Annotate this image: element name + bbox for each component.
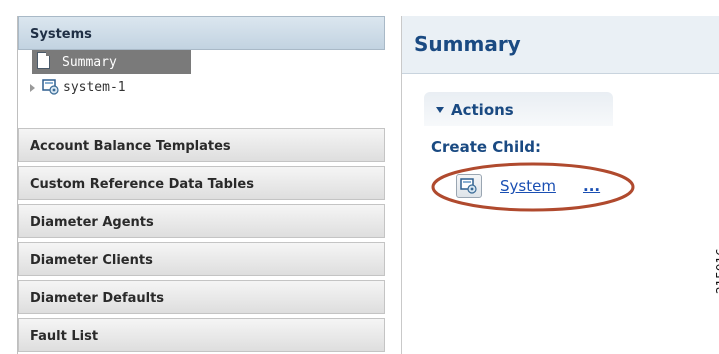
systems-header-label: Systems (30, 27, 92, 42)
collapse-arrow-icon (436, 107, 444, 113)
system-icon (460, 178, 477, 194)
section-fault-list[interactable]: Fault List (18, 318, 385, 352)
create-system-link[interactable]: System (500, 177, 556, 195)
section-custom-reference-data-tables[interactable]: Custom Reference Data Tables (18, 166, 385, 200)
section-label: Diameter Agents (30, 215, 154, 230)
summary-header: Summary (402, 16, 719, 74)
system-icon (42, 79, 59, 95)
section-diameter-clients[interactable]: Diameter Clients (18, 242, 385, 276)
page-icon (37, 52, 50, 69)
summary-panel: Summary Actions Create Child: System ... (401, 16, 719, 354)
page-title: Summary (414, 32, 521, 56)
systems-header[interactable]: Systems (18, 16, 385, 50)
actions-toggle[interactable]: Actions (424, 92, 613, 126)
section-diameter-agents[interactable]: Diameter Agents (18, 204, 385, 238)
section-label: Diameter Clients (30, 253, 153, 268)
tree-item-summary-label: Summary (62, 55, 117, 70)
tree-item-system-1-label: system-1 (63, 80, 126, 95)
section-account-balance-templates[interactable]: Account Balance Templates (18, 128, 385, 162)
tree-item-summary[interactable]: Summary (32, 50, 191, 74)
section-label: Fault List (30, 329, 99, 344)
section-label: Account Balance Templates (30, 139, 231, 154)
create-child-label: Create Child: (431, 138, 541, 156)
create-system-more-link[interactable]: ... (583, 177, 600, 195)
section-diameter-defaults[interactable]: Diameter Defaults (18, 280, 385, 314)
section-label: Diameter Defaults (30, 291, 165, 306)
actions-label: Actions (451, 101, 514, 119)
tree-item-system-1[interactable]: system-1 (18, 76, 318, 98)
left-navigation: Systems Summary system-1 Account Balance… (17, 16, 387, 354)
expand-arrow-icon[interactable] (30, 84, 35, 92)
create-system-button[interactable] (456, 174, 482, 198)
section-label: Custom Reference Data Tables (30, 177, 254, 192)
figure-id: 215016 (700, 248, 719, 354)
figure-id-label: 215016 (714, 248, 719, 294)
